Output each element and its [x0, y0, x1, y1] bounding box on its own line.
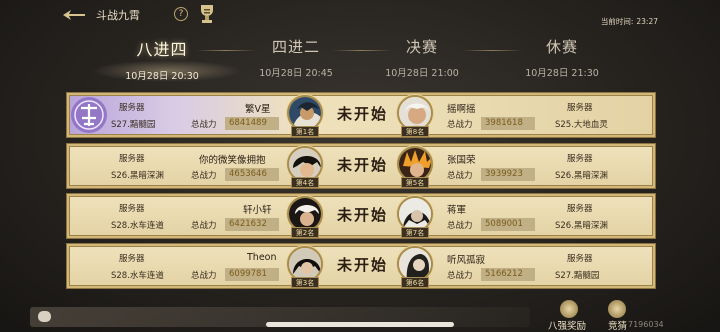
left-rank-badge: 第4名 — [291, 177, 319, 188]
current-time-label: 当前时间: — [600, 17, 634, 26]
left-server-name: S27.黯髓园 — [111, 120, 156, 130]
left-power-label: 总战力 — [191, 271, 217, 281]
ranking-trophy-icon[interactable] — [197, 3, 217, 25]
left-server-label: 服务器 — [119, 103, 145, 113]
right-power-label: 总战力 — [447, 171, 473, 181]
match-status: 未开始 — [337, 105, 389, 123]
tab-label: 八进四 — [136, 40, 188, 59]
tab-break[interactable]: 休赛 10月28日 21:30 — [502, 36, 622, 79]
back-arrow-icon[interactable] — [62, 8, 86, 22]
tab-semifinal[interactable]: 四进二 10月28日 20:45 — [236, 36, 356, 79]
right-power-value: 3981618 — [481, 117, 535, 130]
match-row[interactable]: 服务器 S28.水车连道 Theon 总战力 6099781 第3名 未开始 第… — [66, 243, 656, 289]
right-player-name: 张国荣 — [447, 155, 476, 166]
left-power-label: 总战力 — [191, 221, 217, 231]
match-status: 未开始 — [337, 206, 389, 224]
right-server-label: 服务器 — [567, 254, 593, 264]
left-server-label: 服务器 — [119, 254, 145, 264]
tab-label: 四进二 — [271, 38, 320, 56]
left-power-value: 6841489 — [225, 117, 279, 130]
left-server-name: S28.水车连道 — [111, 221, 164, 231]
tab-time: 10月28日 20:30 — [125, 71, 199, 82]
left-player-name: 你的微笑像拥抱 — [199, 155, 266, 166]
right-player-name: 听风孤寂 — [447, 255, 486, 266]
match-row[interactable]: 服务器 S27.黯髓园 繁V星 总战力 6841489 第1名 未开始 第8名 … — [66, 92, 656, 138]
right-player-name: 摇啊摇 — [447, 104, 476, 115]
right-power-label: 总战力 — [447, 271, 473, 281]
right-rank-badge: 第5名 — [401, 177, 429, 188]
right-power-label: 总战力 — [447, 221, 473, 231]
right-server-name: S26.黑暗深渊 — [555, 221, 608, 231]
right-power-label: 总战力 — [447, 120, 473, 130]
tab-label: 休赛 — [545, 38, 578, 56]
right-server-label: 服务器 — [567, 103, 593, 113]
left-player-name: 轩小轩 — [243, 205, 272, 216]
right-server-label: 服务器 — [567, 204, 593, 214]
current-time-value: 23:27 — [636, 17, 658, 26]
home-indicator — [266, 322, 454, 327]
tab-time: 10月28日 20:45 — [259, 68, 333, 79]
match-status: 未开始 — [337, 256, 389, 274]
page-title: 斗战九霄 — [96, 9, 140, 22]
tab-time: 10月28日 21:00 — [385, 68, 459, 79]
left-server-label: 服务器 — [119, 154, 145, 164]
right-server-name: S26.黑暗深渊 — [555, 171, 608, 181]
server-badge-icon — [71, 97, 107, 133]
top8-reward-button[interactable]: 八强奖励 — [548, 318, 586, 332]
left-player-name: 繁V星 — [245, 104, 271, 115]
guess-button[interactable]: 竞猜 — [608, 318, 627, 332]
left-power-label: 总战力 — [191, 120, 217, 130]
right-rank-badge: 第6名 — [401, 277, 429, 288]
right-player-name: 蒋軍 — [447, 205, 467, 216]
user-id: 7196034 — [628, 320, 664, 329]
left-rank-badge: 第2名 — [291, 227, 319, 238]
guess-icon[interactable] — [608, 300, 626, 318]
tab-time: 10月28日 21:30 — [525, 68, 599, 79]
tab-final[interactable]: 决赛 10月28日 21:00 — [362, 36, 482, 79]
right-power-value: 5166212 — [481, 268, 535, 281]
left-power-value: 6099781 — [225, 268, 279, 281]
left-rank-badge: 第1名 — [291, 126, 319, 137]
right-power-value: 5089001 — [481, 218, 535, 231]
left-power-value: 6421632 — [225, 218, 279, 231]
right-rank-badge: 第8名 — [401, 126, 429, 137]
left-server-name: S26.黑暗深渊 — [111, 171, 164, 181]
match-status: 未开始 — [337, 156, 389, 174]
left-server-name: S28.水车连道 — [111, 271, 164, 281]
tab-label: 决赛 — [405, 38, 438, 56]
chat-bubble-icon[interactable] — [38, 311, 51, 322]
help-icon[interactable]: ? — [174, 7, 188, 21]
left-player-name: Theon — [247, 252, 277, 263]
left-rank-badge: 第3名 — [291, 277, 319, 288]
left-power-label: 总战力 — [191, 171, 217, 181]
current-time: 当前时间: 23:27 — [598, 16, 658, 27]
match-row[interactable]: 服务器 S26.黑暗深渊 你的微笑像拥抱 总战力 4653646 第4名 未开始… — [66, 143, 656, 189]
right-rank-badge: 第7名 — [401, 227, 429, 238]
left-power-value: 4653646 — [225, 168, 279, 181]
left-server-label: 服务器 — [119, 204, 145, 214]
right-server-name: S25.大地血灵 — [555, 120, 608, 130]
top-bar: 斗战九霄 ? 当前时间: 23:27 — [0, 0, 720, 30]
tab-round-of-8[interactable]: 八进四 10月28日 20:30 — [102, 36, 222, 82]
right-server-label: 服务器 — [567, 154, 593, 164]
right-power-value: 3939923 — [481, 168, 535, 181]
reward-icon[interactable] — [560, 300, 578, 318]
match-row[interactable]: 服务器 S28.水车连道 轩小轩 总战力 6421632 第2名 未开始 第7名… — [66, 193, 656, 239]
right-server-name: S27.黯髓园 — [555, 271, 600, 281]
